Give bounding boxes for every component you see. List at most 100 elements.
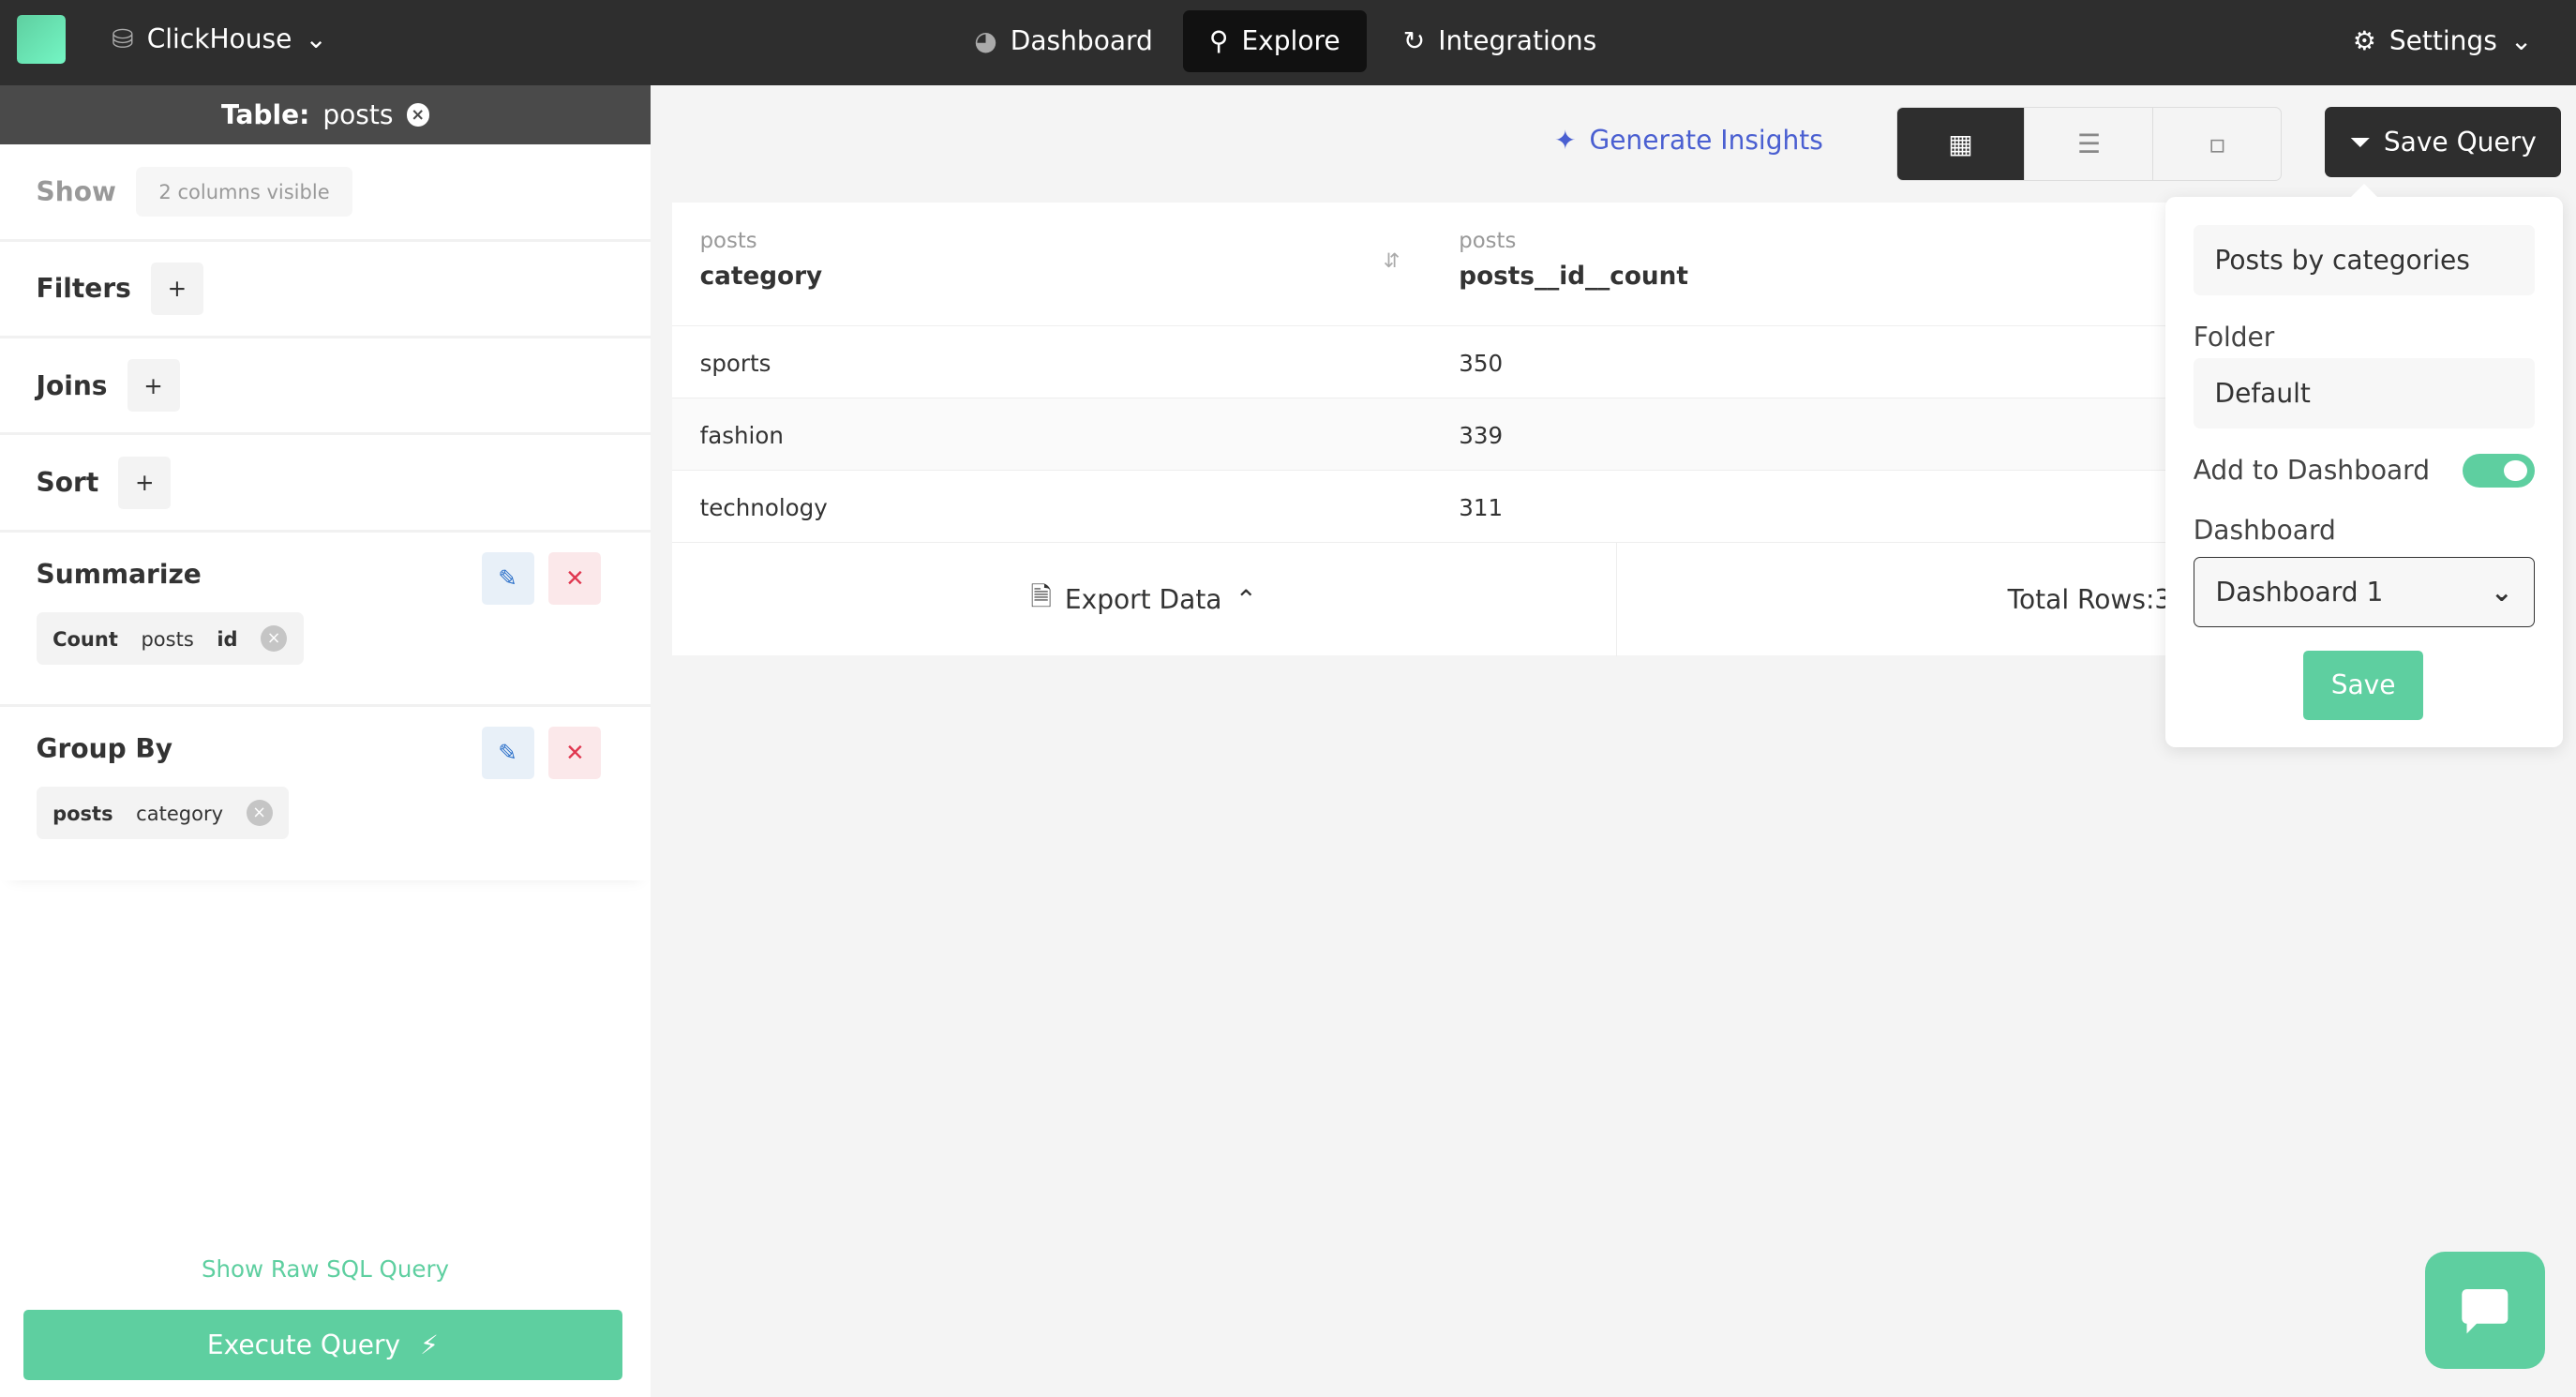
nav-integrations[interactable]: ↻ Integrations: [1377, 10, 1624, 73]
close-icon: ✕: [565, 564, 585, 593]
table-view-button[interactable]: ▦: [1896, 107, 2026, 180]
table-prefix: Table:: [220, 99, 310, 131]
filters-section: Filters +: [0, 242, 651, 338]
total-rows: Total Rows:3: [2007, 584, 2172, 616]
settings-menu[interactable]: ⚙ Settings ⌄: [2327, 10, 2559, 73]
sort-label: Sort: [36, 467, 99, 499]
settings-label: Settings: [2389, 25, 2497, 57]
save-button[interactable]: Save: [2303, 651, 2424, 720]
pencil-icon: ✎: [498, 564, 517, 593]
sort-icon[interactable]: ⇵: [1384, 248, 1400, 272]
export-data-button[interactable]: 🗎 Export Data ⌃: [672, 543, 1617, 657]
table-footer: 🗎 Export Data ⌃ Total Rows:3: [671, 542, 2315, 657]
add-filter-button[interactable]: +: [150, 262, 203, 315]
summarize-chip: Count posts id ×: [36, 612, 304, 666]
close-icon: ✕: [565, 739, 585, 767]
remove-summarize-button[interactable]: ✕: [548, 551, 602, 605]
nav-explore[interactable]: ⚲ Explore: [1182, 9, 1367, 73]
folder-label: Folder: [2193, 322, 2275, 353]
refresh-icon: ↻: [1402, 25, 1426, 57]
folder-input[interactable]: Default: [2193, 358, 2536, 429]
column-header[interactable]: posts posts__id__count: [1459, 229, 1688, 292]
cell: 311: [1459, 493, 1504, 521]
chevron-up-icon: ⌃: [1235, 584, 1258, 616]
filters-label: Filters: [36, 273, 131, 305]
nav-label: Dashboard: [1010, 25, 1153, 57]
cell: technology: [699, 493, 828, 521]
remove-group-by-button[interactable]: ✕: [548, 726, 602, 779]
edit-group-by-button[interactable]: ✎: [481, 726, 534, 779]
show-label: Show: [36, 175, 116, 207]
chevron-down-icon: ⌄: [2490, 577, 2513, 608]
chip-aggregate: Count: [52, 626, 118, 651]
pencil-icon: ✎: [498, 739, 517, 767]
view-switcher: ▦ ☰ ▫: [1895, 106, 2283, 181]
chevron-down-icon: ⌄: [305, 23, 327, 54]
sort-section: Sort +: [0, 435, 651, 533]
add-to-dashboard-toggle[interactable]: [2463, 453, 2536, 488]
list-icon: ☰: [2076, 128, 2101, 159]
cell: 339: [1459, 421, 1504, 449]
datasource-selector[interactable]: ⛁ ClickHouse ⌄: [112, 23, 327, 54]
search-icon: ⚲: [1208, 25, 1229, 57]
joins-label: Joins: [36, 369, 108, 401]
add-to-dashboard-label: Add to Dashboard: [2193, 455, 2431, 487]
save-query-popup: Posts by categories Folder Default Add t…: [2164, 184, 2564, 748]
joins-section: Joins +: [0, 338, 651, 436]
group-by-section: Group By ✎ ✕ posts category ×: [0, 707, 651, 881]
datasource-name: ClickHouse: [146, 23, 292, 54]
csv-file-icon: 🗎: [1030, 580, 1052, 612]
save-query-button[interactable]: ⏷ Save Query: [2324, 106, 2562, 178]
execute-label: Execute Query: [206, 1329, 401, 1360]
column-table: posts: [1459, 228, 1517, 253]
show-section: Show 2 columns visible: [0, 144, 651, 242]
nav-label: Explore: [1241, 25, 1340, 57]
show-raw-sql-link[interactable]: Show Raw SQL Query: [0, 1255, 651, 1283]
chevron-down-icon: ⌄: [2509, 25, 2533, 57]
column-name: posts__id__count: [1459, 263, 1688, 292]
chip-column: id: [217, 626, 238, 651]
summarize-section: Summarize ✎ ✕ Count posts id ×: [0, 533, 651, 707]
gauge-icon: ◕: [974, 25, 997, 57]
group-by-chip: posts category ×: [36, 787, 290, 840]
table-icon: ▦: [1948, 128, 1973, 159]
app-logo[interactable]: [16, 14, 67, 65]
chat-icon: [2462, 1288, 2509, 1334]
query-name-input[interactable]: Posts by categories: [2193, 225, 2536, 296]
table-header: Table: posts ×: [0, 85, 651, 145]
table-row: technology 311: [671, 470, 2315, 542]
columns-visible-button[interactable]: 2 columns visible: [135, 166, 353, 217]
export-label: Export Data: [1064, 584, 1222, 616]
cell: fashion: [699, 421, 784, 449]
execute-query-button[interactable]: Execute Query ⚡︎: [22, 1309, 623, 1381]
list-view-button[interactable]: ☰: [2025, 107, 2154, 180]
remove-chip-icon[interactable]: ×: [246, 800, 273, 827]
chip-table: posts: [52, 801, 113, 825]
column-header[interactable]: posts category: [700, 229, 823, 292]
chart-view-button[interactable]: ▫: [2153, 108, 2281, 180]
results-table: posts category ⇵ posts posts__id__count sp…: [671, 202, 2315, 657]
dashboard-select[interactable]: Dashboard 1 ⌄: [2193, 557, 2536, 628]
chip-table: posts: [141, 626, 194, 651]
sparkle-icon: ✦: [1553, 125, 1577, 157]
generate-insights-button[interactable]: ✦ Generate Insights: [1554, 125, 1823, 156]
add-join-button[interactable]: +: [127, 359, 180, 413]
nav-dashboard[interactable]: ◕ Dashboard: [948, 10, 1179, 73]
query-sidebar: Table: posts × Show 2 columns visible Filte…: [0, 85, 651, 1397]
close-icon[interactable]: ×: [406, 103, 430, 127]
cell: 350: [1459, 349, 1504, 377]
add-sort-button[interactable]: +: [118, 456, 172, 509]
insights-label: Generate Insights: [1589, 125, 1823, 157]
save-query-label: Save Query: [2383, 127, 2537, 158]
table-name: posts: [322, 99, 394, 131]
column-name: category: [699, 263, 823, 292]
nav-label: Integrations: [1438, 25, 1597, 57]
database-icon: ⛁: [112, 23, 134, 54]
chip-column: category: [136, 801, 224, 825]
dashboard-label: Dashboard: [2193, 514, 2336, 546]
gear-icon: ⚙: [2352, 25, 2376, 57]
edit-summarize-button[interactable]: ✎: [481, 551, 534, 605]
chat-button[interactable]: [2424, 1252, 2545, 1369]
column-table: posts: [699, 228, 757, 253]
remove-chip-icon[interactable]: ×: [261, 625, 288, 653]
